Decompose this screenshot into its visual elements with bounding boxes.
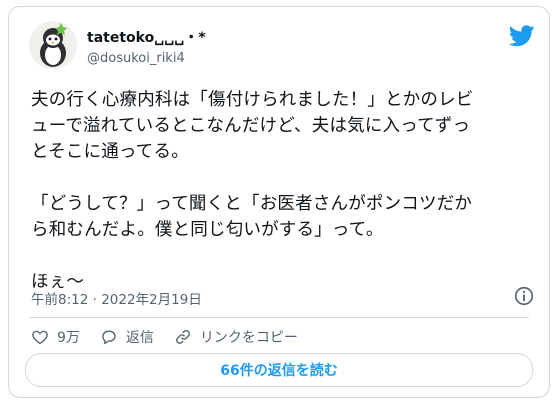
penguin-avatar-icon	[29, 21, 77, 69]
avatar[interactable]	[29, 21, 77, 69]
tweet-text-line	[31, 165, 531, 191]
author-handle[interactable]: @dosukoi_riki4	[87, 51, 185, 66]
tweet-card: tatetoko␣␣␣・* @dosukoi_riki4 夫の行く心療内科は「傷…	[8, 6, 550, 398]
twitter-bird-icon[interactable]	[509, 25, 535, 47]
reply-bubble-icon	[102, 330, 116, 345]
tweet-text-line: 「どうして？」って聞くと「お医者さんがポンコツだか	[31, 194, 473, 214]
action-bar: 9万 返信 リンクをコピー	[31, 325, 318, 349]
tweet-text-line: ューで溢れているとこなんだけど、夫は気に入ってずっ	[31, 116, 471, 136]
tweet-text: 夫の行く心療内科は「傷付けられました！」とかのレビ ューで溢れているとこなんだけ…	[31, 87, 531, 295]
divider	[29, 317, 529, 318]
info-icon[interactable]	[513, 285, 535, 307]
reply-button[interactable]: 返信	[100, 327, 154, 347]
reply-label: 返信	[125, 330, 154, 346]
link-icon	[175, 330, 190, 344]
tweet-timestamp[interactable]: 午前8:12 · 2022年2月19日	[31, 288, 202, 308]
read-replies-button[interactable]: 66件の返信を読む	[25, 353, 533, 387]
tweet-text-line: ら和むんだよ。僕と同じ匂いがする」って。	[31, 220, 384, 240]
like-count: 9万	[57, 330, 80, 346]
like-button[interactable]: 9万	[31, 327, 80, 347]
copy-link-button[interactable]: リンクをコピー	[174, 327, 298, 347]
heart-icon	[32, 330, 48, 345]
tweet-text-line: 夫の行く心療内科は「傷付けられました！」とかのレビ	[31, 90, 474, 110]
tweet-text-line	[31, 243, 531, 269]
tweet-text-line: とそこに通ってる。	[31, 142, 189, 162]
author-name[interactable]: tatetoko␣␣␣・*	[87, 27, 206, 47]
copy-link-label: リンクをコピー	[199, 330, 298, 346]
